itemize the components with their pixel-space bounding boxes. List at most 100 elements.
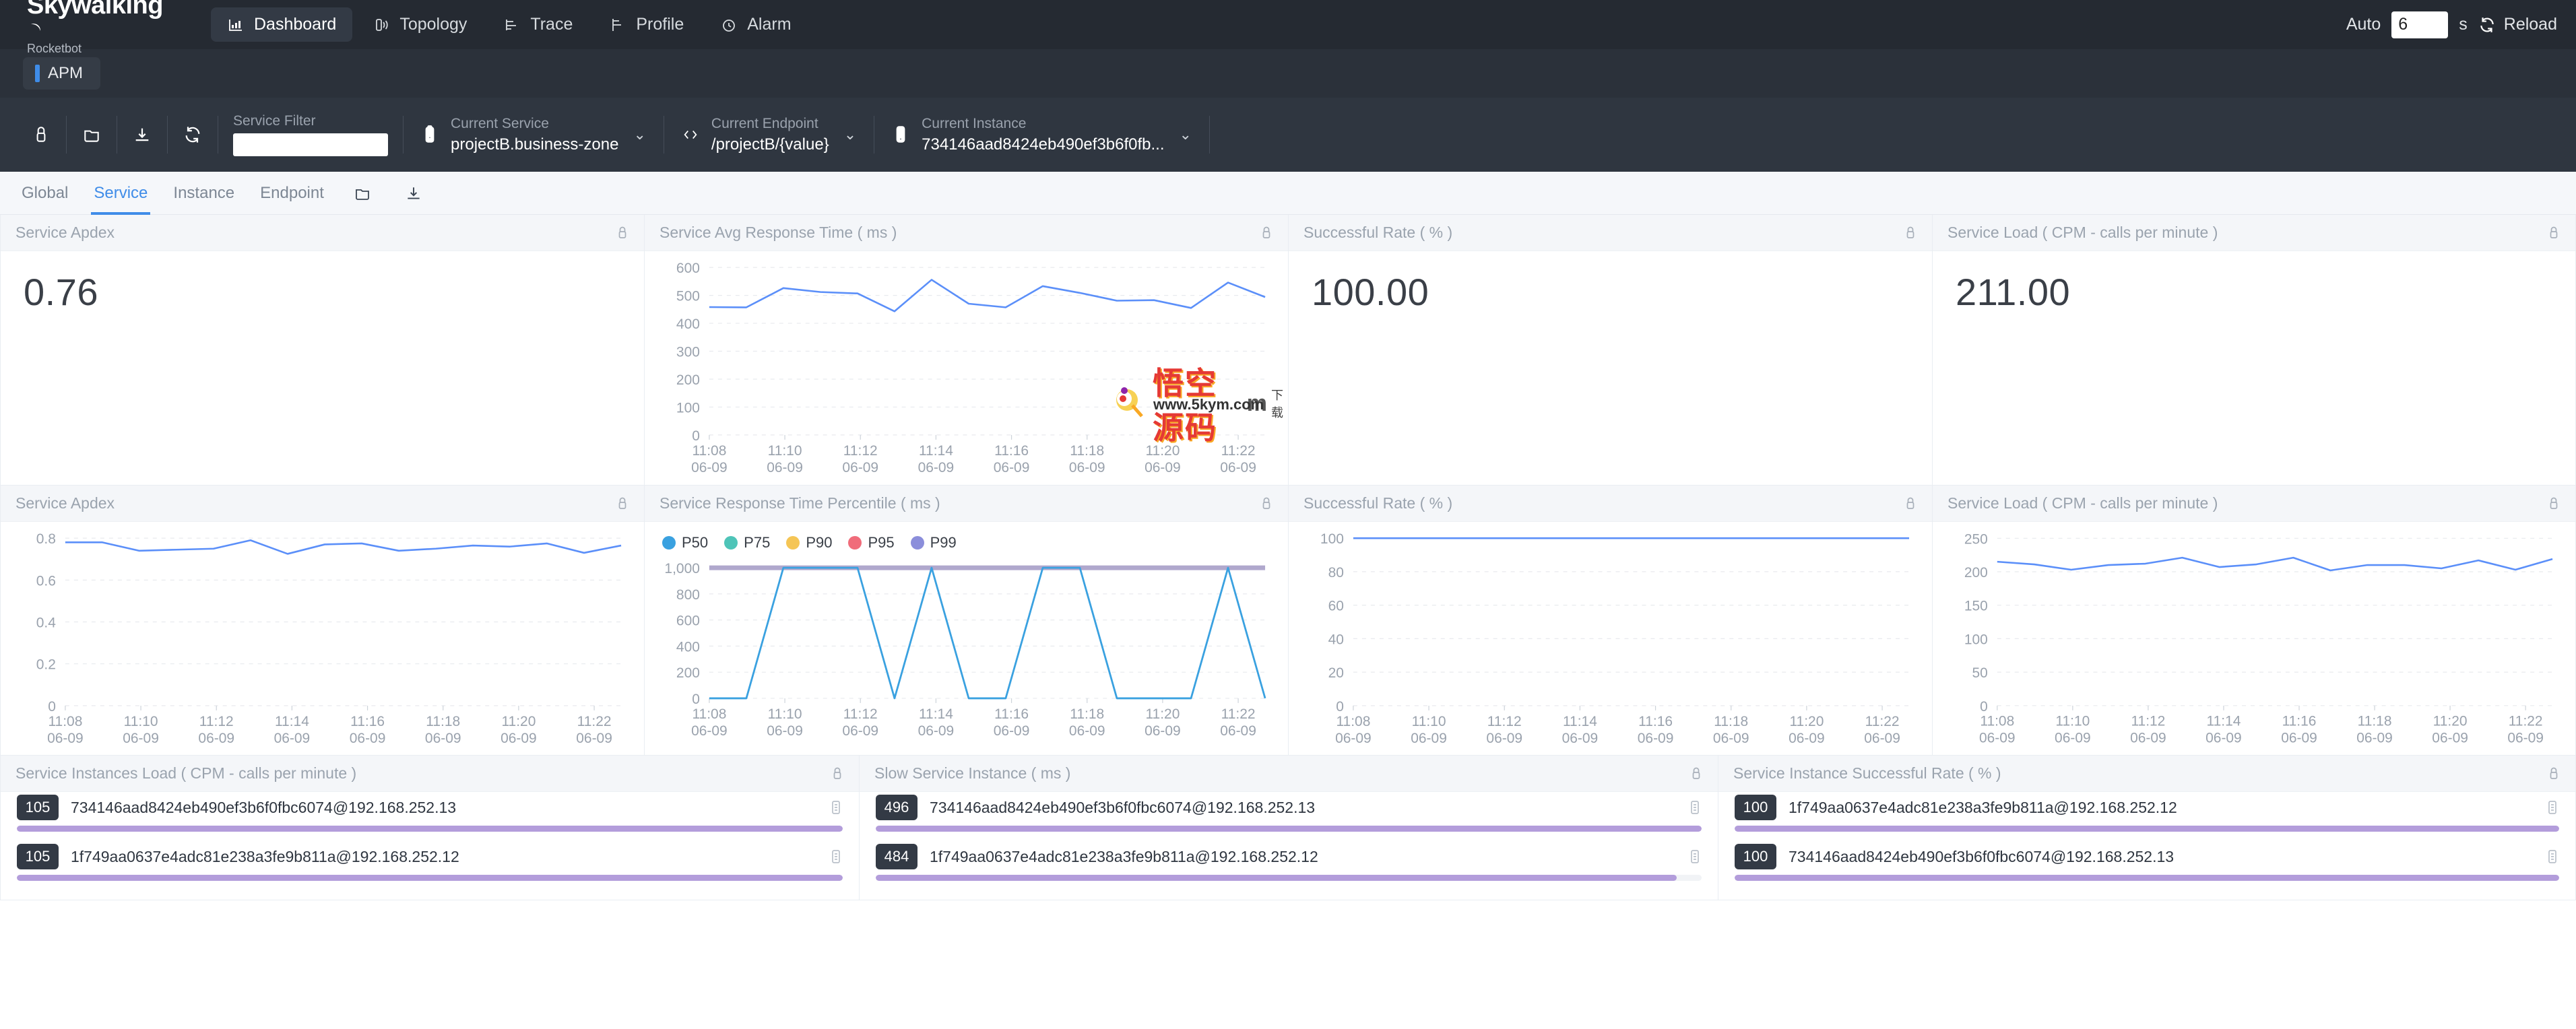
auto-refresh-interval-input[interactable] bbox=[2391, 11, 2449, 38]
current-service-label: Current Service bbox=[451, 115, 549, 131]
divider bbox=[1209, 116, 1210, 154]
service-filter-input[interactable] bbox=[233, 133, 388, 156]
reload-button[interactable]: Reload bbox=[2478, 15, 2557, 34]
svg-text:100: 100 bbox=[1964, 632, 1988, 647]
folder-icon[interactable] bbox=[347, 172, 378, 215]
current-endpoint-selector[interactable]: Current Endpoint /projectB/{value} ⌄ bbox=[664, 98, 874, 172]
card-title: Service Instances Load ( CPM - calls per… bbox=[15, 764, 357, 782]
lock-icon[interactable] bbox=[2547, 496, 2561, 511]
line-chart-service-load[interactable]: 0 50 100 150 200 250 11:08 06-09 11:10 06-09 11:12… bbox=[1933, 522, 2575, 754]
copy-icon[interactable] bbox=[2546, 849, 2559, 865]
nav-item-trace[interactable]: Trace bbox=[487, 7, 589, 42]
svg-text:06-09: 06-09 bbox=[1220, 460, 1256, 475]
panel-service-instances-load: Service Instances Load ( CPM - calls per… bbox=[0, 756, 859, 900]
lock-icon[interactable] bbox=[1260, 496, 1273, 511]
nav-item-alarm[interactable]: Alarm bbox=[704, 7, 807, 42]
nav-item-profile[interactable]: Profile bbox=[593, 7, 700, 42]
chevron-down-icon[interactable]: ⌄ bbox=[633, 126, 645, 143]
tab-service[interactable]: Service bbox=[91, 172, 151, 215]
svg-text:06-09: 06-09 bbox=[2507, 731, 2544, 746]
svg-text:06-09: 06-09 bbox=[1562, 731, 1599, 746]
copy-icon[interactable] bbox=[829, 799, 843, 816]
tab-accent-bar bbox=[35, 65, 40, 82]
svg-text:06-09: 06-09 bbox=[274, 731, 311, 746]
chevron-down-icon[interactable]: ⌄ bbox=[1180, 126, 1192, 143]
legend-item-p99[interactable]: P99 bbox=[910, 534, 957, 552]
card-successful-rate-value: Successful Rate ( % ) 100.00 bbox=[1288, 215, 1932, 486]
chevron-down-icon[interactable]: ⌄ bbox=[844, 126, 856, 143]
tab-label: Service bbox=[94, 183, 148, 202]
nav-item-topology[interactable]: Topology bbox=[356, 7, 483, 42]
metric-value: 0.76 bbox=[24, 271, 98, 313]
svg-text:06-09: 06-09 bbox=[2130, 731, 2166, 746]
legend-item-p90[interactable]: P90 bbox=[786, 534, 832, 552]
svg-text:11:14: 11:14 bbox=[1563, 714, 1597, 729]
copy-icon[interactable] bbox=[2546, 799, 2559, 816]
line-chart-service-apdex[interactable]: 0 0.2 0.4 0.6 0.8 11:08 06-09 11:10 06-09 11:12 06… bbox=[1, 522, 644, 754]
progress-track bbox=[17, 826, 843, 832]
line-chart-successful-rate[interactable]: 0 20 40 60 80 100 11:08 06-09 11:10 06-09 11:12 06-… bbox=[1289, 522, 1932, 754]
svg-text:11:08: 11:08 bbox=[1980, 714, 2014, 729]
svg-text:06-09: 06-09 bbox=[842, 723, 878, 739]
list-item[interactable]: 105 1f749aa0637e4adc81e238a3fe9b811a@192.… bbox=[1, 841, 859, 872]
lock-icon[interactable] bbox=[2547, 766, 2561, 781]
legend-item-p75[interactable]: P75 bbox=[724, 534, 770, 552]
tab-instance[interactable]: Instance bbox=[170, 172, 237, 215]
svg-text:11:18: 11:18 bbox=[426, 714, 460, 729]
lock-icon[interactable] bbox=[1904, 226, 1917, 240]
instance-name: 734146aad8424eb490ef3b6f0fbc6074@192.168… bbox=[71, 798, 457, 816]
refresh-icon[interactable] bbox=[168, 116, 218, 154]
svg-text:11:08: 11:08 bbox=[692, 706, 726, 722]
lock-icon[interactable] bbox=[1260, 226, 1273, 240]
lock-icon[interactable] bbox=[1689, 766, 1703, 781]
svg-text:11:12: 11:12 bbox=[2131, 714, 2165, 729]
folder-icon[interactable] bbox=[67, 116, 117, 154]
svg-text:11:12: 11:12 bbox=[1487, 714, 1522, 729]
tab-endpoint[interactable]: Endpoint bbox=[257, 172, 327, 215]
lock-icon[interactable] bbox=[616, 226, 629, 240]
download-icon[interactable] bbox=[398, 172, 429, 215]
download-icon[interactable] bbox=[117, 116, 167, 154]
copy-icon[interactable] bbox=[1688, 849, 1702, 865]
card-header: Service Load ( CPM - calls per minute ) bbox=[1933, 486, 2575, 522]
svg-text:0: 0 bbox=[1980, 699, 1988, 715]
lock-icon[interactable] bbox=[16, 116, 66, 154]
profile-icon bbox=[609, 16, 626, 34]
copy-icon[interactable] bbox=[1688, 799, 1702, 816]
list-item[interactable]: 100 734146aad8424eb490ef3b6f0fbc6074@192.… bbox=[1718, 841, 2575, 872]
svg-text:11:16: 11:16 bbox=[2282, 714, 2317, 729]
status-badge: 496 bbox=[876, 795, 917, 820]
svg-text:06-09: 06-09 bbox=[767, 723, 803, 739]
svg-text:06-09: 06-09 bbox=[2432, 731, 2468, 746]
nav-item-dashboard[interactable]: Dashboard bbox=[211, 7, 353, 42]
progress-track bbox=[876, 875, 1702, 881]
line-chart-response-percentile[interactable]: 02004006008001,00011:0806-0911:1006-0911… bbox=[645, 552, 1288, 747]
current-service-value: projectB.business-zone bbox=[451, 135, 619, 154]
panel-slow-service-instance: Slow Service Instance ( ms ) 496 734146aa… bbox=[859, 756, 1718, 900]
legend-item-p95[interactable]: P95 bbox=[848, 534, 895, 552]
lock-icon[interactable] bbox=[1904, 496, 1917, 511]
copy-icon[interactable] bbox=[829, 849, 843, 865]
svg-text:11:16: 11:16 bbox=[1638, 714, 1673, 729]
lock-icon[interactable] bbox=[2547, 226, 2561, 240]
list-item[interactable]: 105 734146aad8424eb490ef3b6f0fbc6074@192.… bbox=[1, 792, 859, 823]
legend-item-p50[interactable]: P50 bbox=[662, 534, 708, 552]
current-service-selector[interactable]: Current Service projectB.business-zone ⌄ bbox=[404, 98, 664, 172]
svg-text:11:18: 11:18 bbox=[2358, 714, 2392, 729]
line-chart-avg-response-time[interactable]: 010020030040050060011:0806-0911:1006-091… bbox=[645, 251, 1288, 484]
tab-apm[interactable]: APM bbox=[23, 57, 101, 90]
instance-name: 734146aad8424eb490ef3b6f0fbc6074@192.168… bbox=[930, 798, 1316, 816]
svg-text:06-09: 06-09 bbox=[767, 460, 803, 475]
current-instance-selector[interactable]: Current Instance 734146aad8424eb490ef3b6… bbox=[874, 98, 1209, 172]
svg-text:11:14: 11:14 bbox=[275, 714, 309, 729]
tab-global[interactable]: Global bbox=[19, 172, 71, 215]
current-endpoint-label: Current Endpoint bbox=[711, 115, 818, 131]
svg-text:100: 100 bbox=[676, 400, 700, 416]
svg-text:11:20: 11:20 bbox=[1145, 443, 1180, 459]
list-item[interactable]: 496 734146aad8424eb490ef3b6f0fbc6074@192.… bbox=[860, 792, 1718, 823]
list-item[interactable]: 484 1f749aa0637e4adc81e238a3fe9b811a@192.… bbox=[860, 841, 1718, 872]
lock-icon[interactable] bbox=[616, 496, 629, 511]
lock-icon[interactable] bbox=[831, 766, 844, 781]
card-row-1: Service Apdex 0.76 Service Avg Response … bbox=[0, 215, 2576, 486]
list-item[interactable]: 100 1f749aa0637e4adc81e238a3fe9b811a@192.… bbox=[1718, 792, 2575, 823]
